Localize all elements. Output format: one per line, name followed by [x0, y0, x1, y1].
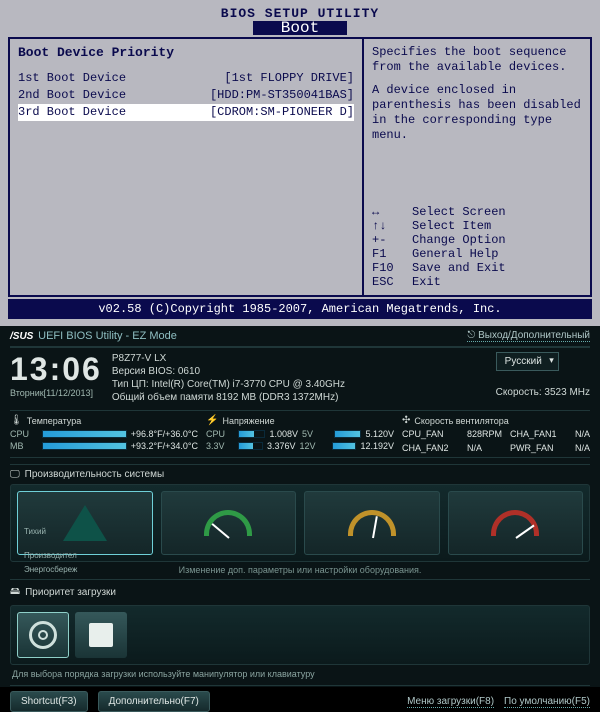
memory-total: 8192 MB (DDR3 1372MHz) [216, 392, 338, 403]
exit-advanced-link[interactable]: ⎋ Выход/Дополнительный [467, 330, 590, 342]
perf-quiet[interactable]: Тихий Производител Энергосбереж [17, 491, 153, 555]
bolt-icon: ⚡ [206, 415, 218, 426]
boot-row-2[interactable]: 2nd Boot Device [HDD:PM-ST350041BAS] [18, 87, 354, 104]
tab-boot[interactable]: Boot [253, 21, 347, 35]
boot-menu-link[interactable]: Меню загрузки(F8) [407, 696, 494, 708]
ami-desc-1: Specifies the boot sequence from the ava… [372, 45, 582, 75]
uefi-header: /SUS UEFI BIOS Utility - EZ Mode ⎋ Выход… [10, 330, 590, 348]
uefi-panel: /SUS UEFI BIOS Utility - EZ Mode ⎋ Выход… [0, 326, 600, 687]
boot-icon: 🖴 [10, 584, 20, 601]
performance-section: 🖵Производительность системы Тихий Произв… [10, 464, 590, 575]
thermometer-icon: 🌡 [10, 415, 23, 426]
boot-row-3-value: [CDROM:SM-PIONEER D] [210, 104, 354, 121]
boot-row-2-label: 2nd Boot Device [18, 87, 126, 104]
sensors-row: 🌡Температура CPU+96.8°F/+36.0°C MB+93.2°… [10, 410, 590, 458]
boot-row-3-label: 3rd Boot Device [18, 104, 126, 121]
gauge-red-icon [491, 510, 539, 536]
mb-temp-bar [42, 442, 127, 450]
voltage-col: ⚡Напряжение CPU1.008V 5V5.120V 3.3V3.376… [206, 415, 394, 453]
boot-hint: Для выбора порядка загрузки используйте … [12, 669, 590, 679]
ami-body: Boot Device Priority 1st Boot Device [1s… [8, 37, 592, 297]
perf-normal[interactable] [161, 491, 297, 555]
ami-help-pane: Specifies the boot sequence from the ava… [364, 39, 590, 295]
boot-priority-heading: Boot Device Priority [18, 45, 354, 60]
fan-col: ✣Скорость вентилятора CPU_FAN828RPM CHA_… [402, 415, 590, 453]
boot-row-1-label: 1st Boot Device [18, 70, 126, 87]
shortcut-button[interactable]: Shortcut(F3) [10, 691, 88, 712]
triangle-icon [63, 505, 107, 541]
boot-device-1[interactable] [17, 612, 69, 658]
temperature-col: 🌡Температура CPU+96.8°F/+36.0°C MB+93.2°… [10, 415, 198, 453]
advanced-button[interactable]: Дополнительно(F7) [98, 691, 210, 712]
board-model: P8Z77-V LX [112, 352, 486, 365]
cpu-temp-bar [42, 430, 127, 438]
boot-row-3[interactable]: 3rd Boot Device [CDROM:SM-PIONEER D] [18, 104, 354, 121]
bios-version: 0610 [178, 366, 200, 377]
perf-power[interactable] [448, 491, 584, 555]
ami-desc-2: A device enclosed in parenthesis has bee… [372, 83, 582, 143]
performance-cards: Тихий Производител Энергосбереж [10, 484, 590, 562]
ami-footer: v02.58 (C)Copyright 1985-2007, American … [8, 299, 592, 319]
gauge-amber-icon [348, 510, 396, 536]
asus-logo: /SUS [10, 331, 33, 342]
system-info: P8Z77-V LX Версия BIOS: 0610 Тип ЦП: Int… [112, 352, 486, 404]
boot-priority-section: 🖴Приоритет загрузки Для выбора порядка з… [10, 579, 590, 679]
cpu-model: Intel(R) Core(TM) i7-3770 CPU @ 3.40GHz [151, 379, 345, 390]
clock-block: 13:06 Вторник[11/12/2013] [10, 352, 102, 404]
ami-main-pane: Boot Device Priority 1st Boot Device [1s… [10, 39, 364, 295]
cpu-speed: Скорость: 3523 MHz [496, 387, 590, 398]
boot-row-2-value: [HDD:PM-ST350041BAS] [210, 87, 354, 104]
ami-tabbar: Boot [8, 21, 592, 37]
optical-disc-icon [29, 621, 57, 649]
boot-device-tray [10, 605, 590, 665]
ami-bios-panel: BIOS SETUP UTILITY Boot Boot Device Prio… [0, 0, 600, 326]
exit-icon: ⎋ [467, 330, 475, 341]
perf-hint: Изменение доп. параметры или настройки о… [10, 565, 590, 575]
fan-icon: ✣ [402, 415, 410, 426]
drive-icon [89, 623, 113, 647]
gauge-green-icon [204, 510, 252, 536]
right-block: Русский Скорость: 3523 MHz [496, 352, 590, 404]
date: Вторник[11/12/2013] [10, 388, 102, 398]
language-select[interactable]: Русский [496, 352, 559, 371]
perf-asus-opt[interactable] [304, 491, 440, 555]
uefi-summary-row: 13:06 Вторник[11/12/2013] P8Z77-V LX Вер… [10, 348, 590, 410]
boot-row-1-value: [1st FLOPPY DRIVE] [224, 70, 354, 87]
boot-device-2[interactable] [75, 612, 127, 658]
clock: 13:06 [10, 352, 102, 386]
ami-hotkeys: ↔Select Screen ↑↓Select Item +-Change Op… [372, 205, 582, 289]
uefi-bottom-bar: Shortcut(F3) Дополнительно(F7) Меню загр… [10, 685, 590, 712]
monitor-icon: 🖵 [10, 469, 20, 480]
boot-row-1[interactable]: 1st Boot Device [1st FLOPPY DRIVE] [18, 70, 354, 87]
uefi-subtitle: UEFI BIOS Utility - EZ Mode [38, 330, 177, 342]
default-link[interactable]: По умолчанию(F5) [504, 696, 590, 708]
